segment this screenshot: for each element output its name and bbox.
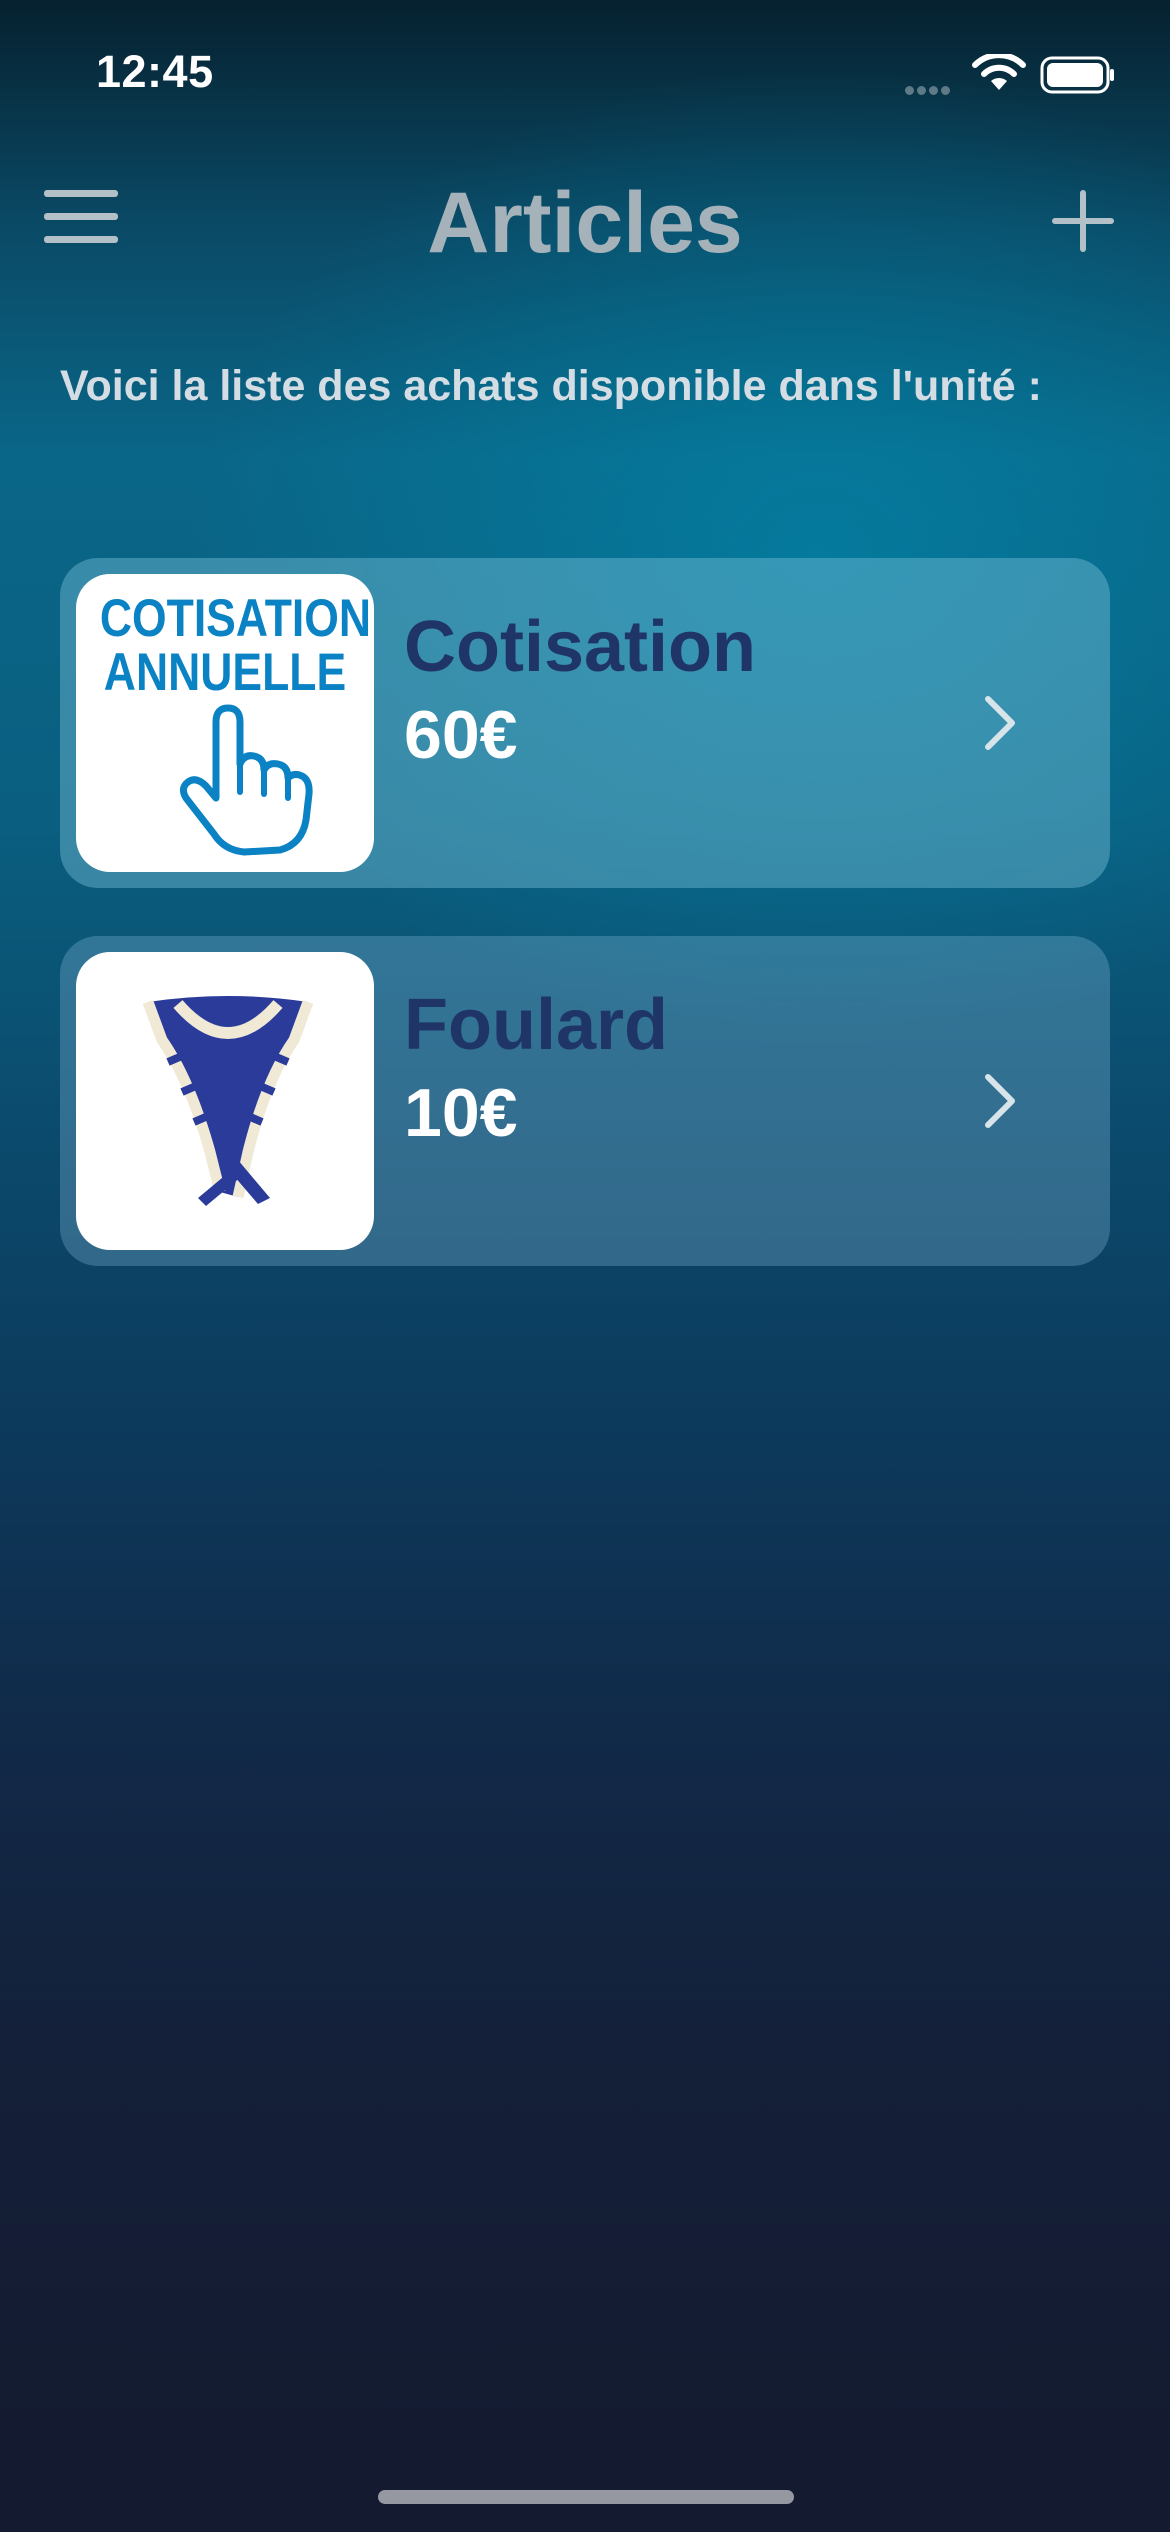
cellular-signal-icon [905, 82, 953, 100]
intro-text: Voici la liste des achats disponible dan… [60, 362, 1042, 410]
navigation-bar: Articles [0, 160, 1170, 280]
article-price: 60€ [404, 697, 518, 773]
home-indicator[interactable] [378, 2490, 794, 2504]
pointing-hand-icon [179, 704, 313, 856]
article-card-cotisation[interactable]: COTISATION ANNUELLE Cotisation 60€ [60, 558, 1110, 888]
battery-icon [1040, 56, 1114, 94]
cotisation-image-text: COTISATION ANNUELLE [99, 589, 372, 702]
scarf-illustration [142, 996, 314, 1206]
wifi-icon [972, 54, 1026, 90]
article-card-foulard[interactable]: Foulard 10€ [60, 936, 1110, 1266]
status-time: 12:45 [96, 46, 214, 97]
chevron-right-icon [985, 696, 1015, 750]
chevron-right-icon [985, 1074, 1015, 1128]
article-name: Foulard [404, 985, 668, 1065]
article-name: Cotisation [404, 607, 756, 687]
page-title: Articles [427, 175, 743, 271]
article-price: 10€ [404, 1075, 518, 1151]
status-bar: 12:45 [0, 0, 1170, 150]
cotisation-image: COTISATION ANNUELLE [76, 574, 374, 872]
add-article-button[interactable] [1052, 190, 1114, 252]
foulard-image [76, 952, 374, 1250]
